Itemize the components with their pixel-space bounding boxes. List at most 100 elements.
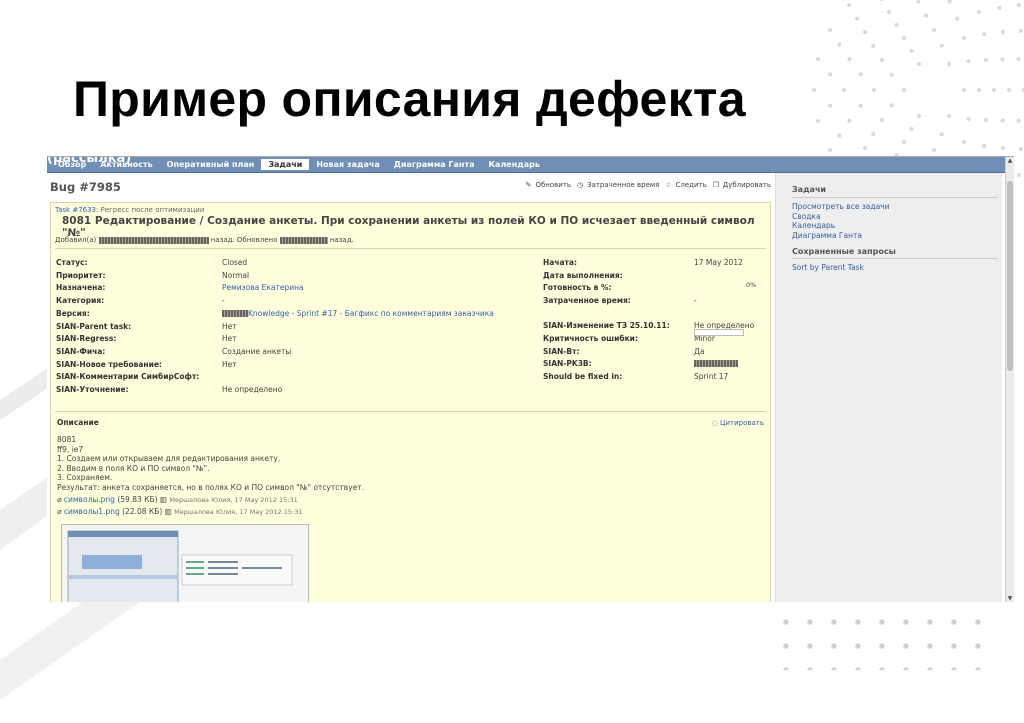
tracker-screenshot: Обзор Активность Оперативный план Задачи Нов… <box>47 156 1014 602</box>
quote-button[interactable]: ◌ Цитировать <box>712 419 764 427</box>
scroll-down-icon[interactable]: ▼ <box>1006 595 1014 602</box>
tab-6[interactable]: Календарь <box>482 159 547 170</box>
attachment-meta: Мершалова Юлия, 17 May 2012 15:31 <box>174 508 303 516</box>
star-icon: ☆ <box>665 181 672 189</box>
field-label: SIAN-PK3B: <box>543 359 592 368</box>
description-line: 3. Сохраняем. <box>57 473 113 482</box>
attachment-item: ⌀ символы1.png (22.08 КБ) ▥ Мершалова Юл… <box>57 507 302 516</box>
attachment-size: (22.08 КБ) <box>122 507 163 516</box>
field-label: SIAN-Parent task: <box>56 321 132 331</box>
parent-task-link[interactable]: Task #7633 <box>55 206 96 214</box>
field-label: Категория: <box>56 296 105 306</box>
field-label: Should be fixed in: <box>543 371 623 381</box>
sidebar-link[interactable]: Сводка <box>792 212 821 221</box>
field-value: Sprint 17 <box>694 371 729 381</box>
field-value[interactable]: Knowledge - Sprint #17 - Багфикс по комм… <box>248 309 494 318</box>
issue-card: Task #7633: Регресс после оптимизации 80… <box>50 202 771 602</box>
field-value: Создание анкеты <box>222 346 292 356</box>
field-value: - <box>222 296 225 306</box>
clock-icon: ◷ <box>577 181 584 189</box>
watch-button[interactable]: ☆ Следить <box>665 181 706 189</box>
update-button[interactable]: ✎ Обновить <box>525 181 571 189</box>
sidebar: Задачи Просмотреть все задачи Сводка Кален… <box>775 173 1002 602</box>
field-value-wrapper: Knowledge - Sprint #17 - Багфикс по комм… <box>222 309 494 318</box>
tab-3[interactable]: Задачи <box>261 159 310 170</box>
done-progress-bar <box>694 329 744 336</box>
preview-image <box>67 530 293 602</box>
main-menu-bar: Обзор Активность Оперативный план Задачи Нов… <box>47 157 1007 173</box>
sidebar-link[interactable]: Sort by Parent Task <box>792 263 864 272</box>
field-label: SIAN-Комментарии СимбирСофт: <box>56 372 200 382</box>
field-value[interactable]: Ремизова Екатерина <box>222 283 304 292</box>
field-value: Нет <box>222 359 237 369</box>
decorative-dot-grid <box>774 610 984 670</box>
field-label: Критичность ошибки: <box>543 334 638 343</box>
overlay-caption: (рассылка) <box>47 156 132 166</box>
field-value: 0% <box>746 281 757 289</box>
field-value: Нет <box>222 321 237 331</box>
slide-title: Пример описания дефекта <box>73 71 746 127</box>
issue-actions: ✎ Обновить ◷ Затраченное время ☆ Следить ❐ Д… <box>525 181 771 189</box>
trash-icon[interactable]: ▥ <box>165 507 172 516</box>
field-value: Не определено <box>222 385 283 394</box>
field-label: Приоритет: <box>56 270 106 280</box>
log-time-button[interactable]: ◷ Затраченное время <box>577 181 659 189</box>
field-value: 17 May 2012 <box>694 258 743 267</box>
field-label: SIAN-Regress: <box>56 334 117 344</box>
scrollbar[interactable]: ▲ ▼ <box>1005 157 1014 602</box>
field-label: Статус: <box>56 258 88 267</box>
field-value: Нет <box>222 334 237 344</box>
sidebar-link[interactable]: Диаграмма Ганта <box>792 231 862 240</box>
trash-icon[interactable]: ▥ <box>160 495 167 504</box>
redacted-time <box>279 236 328 244</box>
divider <box>792 258 998 259</box>
divider <box>792 197 998 198</box>
field-label: Готовность в %: <box>543 283 612 292</box>
description-line: ff9, ie7 <box>57 444 84 454</box>
attachment-link[interactable]: символы1.png <box>64 507 120 516</box>
redacted-version <box>222 310 248 318</box>
attachment-link[interactable]: символы.png <box>64 495 115 504</box>
sidebar-tasks-heading: Задачи <box>792 185 827 194</box>
pencil-icon: ✎ <box>525 181 532 189</box>
paperclip-icon: ⌀ <box>57 495 64 504</box>
field-value: Closed <box>222 258 248 267</box>
attachment-meta: Мершалова Юлия, 17 May 2012 15:31 <box>169 496 298 504</box>
content-area: Bug #7985 ✎ Обновить ◷ Затраченное время ☆… <box>47 173 775 602</box>
field-value: Да <box>694 346 705 356</box>
tab-2[interactable]: Оперативный план <box>160 159 262 170</box>
duplicate-button[interactable]: ❐ Дублировать <box>713 181 771 189</box>
field-label: Назначена: <box>56 283 106 293</box>
sidebar-queries-heading: Сохраненные запросы <box>792 247 896 256</box>
tab-5[interactable]: Диаграмма Ганта <box>387 159 482 170</box>
paperclip-icon: ⌀ <box>57 507 64 516</box>
field-label: Начата: <box>543 258 577 267</box>
field-label: SIAN-Вт: <box>543 346 580 356</box>
tab-4[interactable]: Новая задача <box>309 159 386 170</box>
field-label: SIAN-Уточнение: <box>56 385 129 394</box>
sidebar-link[interactable]: Просмотреть все задачи <box>792 202 890 211</box>
parent-task: Task #7633: Регресс после оптимизации <box>55 206 205 214</box>
description-line: 1. Создаем или открываем для редактирова… <box>57 454 281 463</box>
description-line: 2. Вводим в поля КО и ПО символ "№". <box>57 463 210 473</box>
field-label: SIAN-Изменение ТЗ 25.10.11: <box>543 321 670 330</box>
scroll-thumb[interactable] <box>1007 181 1013 371</box>
divider <box>55 411 766 412</box>
scroll-up-icon[interactable]: ▲ <box>1006 157 1014 164</box>
description-line: 8081 <box>57 435 77 444</box>
issue-title: Bug #7985 <box>50 180 121 194</box>
field-value: - <box>694 296 697 305</box>
description-text: 8081 ff9, ie7 1. Создаем или открываем для… <box>57 435 364 492</box>
attachment-item: ⌀ символы.png (59.83 КБ) ▥ Мершалова Юли… <box>57 495 298 504</box>
description-label: Описание <box>57 418 99 427</box>
sidebar-link[interactable]: Календарь <box>792 221 835 230</box>
field-label: Версия: <box>56 308 90 318</box>
redacted-value <box>694 360 738 367</box>
redacted-author <box>98 236 209 244</box>
author-line: Добавил(а) назад. Обновлено назад. <box>55 236 354 244</box>
field-label: SIAN-Новое требование: <box>56 359 162 369</box>
field-label: Дата выполнения: <box>543 270 623 280</box>
attachment-preview[interactable] <box>61 524 309 602</box>
speech-bubble-icon: ◌ <box>711 419 721 427</box>
field-label: Затраченное время: <box>543 296 631 305</box>
